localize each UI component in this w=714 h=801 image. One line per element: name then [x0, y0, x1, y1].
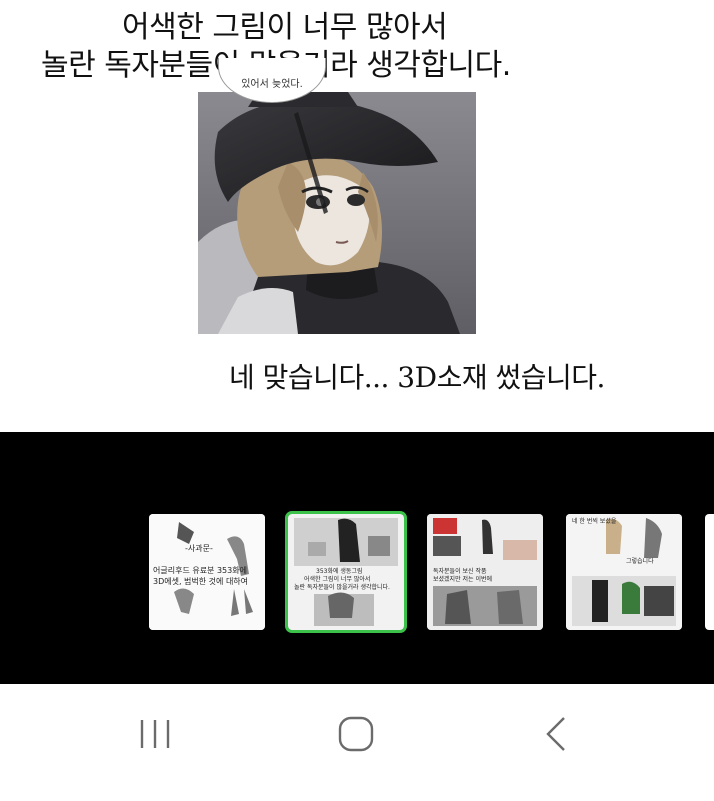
caption-answer: 네 맞습니다... 3D소재 썼습니다. — [229, 361, 605, 394]
thumbnail-1-line2: 3D에셋, 범벅한 것에 대하여 — [153, 577, 249, 586]
thumbnail-4[interactable]: 네 한 번씩 보셨을 그렇습니다 — [566, 514, 682, 630]
thumbnail-3[interactable]: 독자분들이 보신 작품 보셨겠지만 저는 이번에 — [427, 514, 543, 630]
home-icon — [338, 716, 374, 752]
recents-button[interactable] — [126, 712, 186, 756]
thumbnail-5-partial[interactable] — [705, 514, 714, 630]
thumbnail-4-line2: 그렇습니다 — [626, 558, 654, 565]
back-button[interactable] — [526, 712, 586, 756]
recents-icon — [140, 720, 170, 748]
thumbnail-2[interactable]: 353화에 생동그림 어색한 그림이 너무 많아서 놀란 독자분들이 많을거라 … — [285, 511, 407, 633]
back-icon — [546, 717, 565, 751]
thumbnail-1-line1: 어글리후드 유료분 353화에 — [153, 566, 247, 575]
speech-bubble-text: 있어서 늦었다. — [241, 79, 303, 90]
comic-panel — [198, 92, 476, 334]
thumbnail-2-line2: 어색한 그림이 너무 많아서 — [304, 576, 371, 583]
home-button[interactable] — [326, 712, 386, 756]
navigation-bar — [0, 684, 714, 801]
comic-page: 어색한 그림이 너무 많아서 놀란 독자분들이 많을거라 생각합니다. 있어서 … — [0, 0, 714, 432]
thumbnail-2-line3: 놀란 독자분들이 많을거라 생각합니다. — [294, 584, 390, 591]
thumbnail-2-line1: 353화에 생동그림 — [316, 568, 363, 575]
thumbnail-4-line1: 네 한 번씩 보셨을 — [572, 518, 617, 525]
thumbnail-4-art — [566, 514, 682, 630]
thumbnail-1[interactable]: -사과문- 어글리후드 유료분 353화에 3D에셋, 범벅한 것에 대하여 — [149, 514, 265, 630]
thumbnail-strip[interactable]: -사과문- 어글리후드 유료분 353화에 3D에셋, 범벅한 것에 대하여 3… — [0, 432, 714, 684]
thumbnail-3-line2: 보셨겠지만 저는 이번에 — [433, 576, 493, 583]
thumbnail-3-line1: 독자분들이 보신 작품 — [433, 568, 487, 575]
thumbnail-1-title: -사과문- — [185, 544, 213, 553]
character-illustration — [198, 92, 476, 334]
